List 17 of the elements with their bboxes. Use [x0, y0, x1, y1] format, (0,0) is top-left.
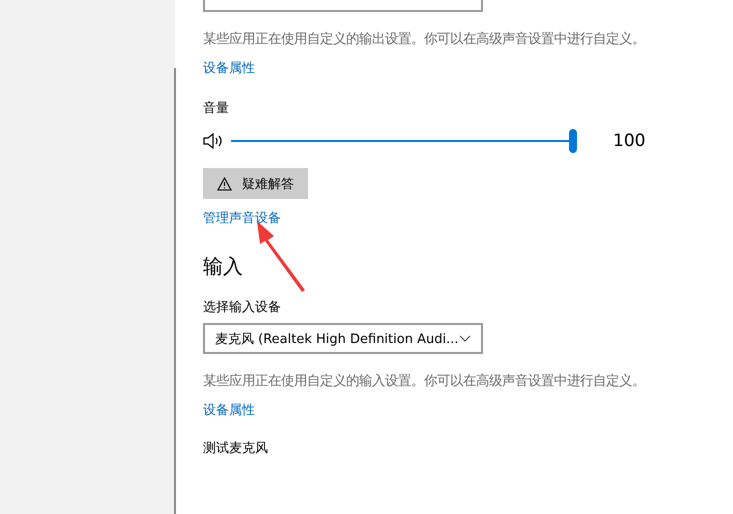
- scrollbar[interactable]: [174, 68, 176, 514]
- output-device-dropdown[interactable]: [203, 0, 483, 12]
- volume-label: 音量: [203, 100, 230, 117]
- select-input-label: 选择输入设备: [203, 299, 282, 316]
- device-properties-link[interactable]: 设备属性: [203, 401, 255, 419]
- troubleshoot-button[interactable]: 疑难解答: [203, 168, 308, 199]
- chevron-down-icon: [459, 335, 471, 342]
- warning-icon: [217, 176, 232, 190]
- output-note-text: 某些应用正在使用自定义的输出设置。你可以在高级声音设置中进行自定义。: [203, 31, 646, 49]
- manage-sound-devices-link[interactable]: 管理声音设备: [203, 209, 281, 227]
- volume-reading: 100: [613, 131, 646, 151]
- input-device-dropdown[interactable]: 麦克风 (Realtek High Definition Audi...: [203, 323, 483, 354]
- device-properties-link[interactable]: 设备属性: [203, 59, 255, 77]
- input-note-text: 某些应用正在使用自定义的输入设置。你可以在高级声音设置中进行自定义。: [203, 373, 646, 391]
- input-heading: 输入: [203, 253, 244, 280]
- volume-thumb[interactable]: [569, 129, 577, 153]
- test-microphone-label: 测试麦克风: [203, 440, 269, 457]
